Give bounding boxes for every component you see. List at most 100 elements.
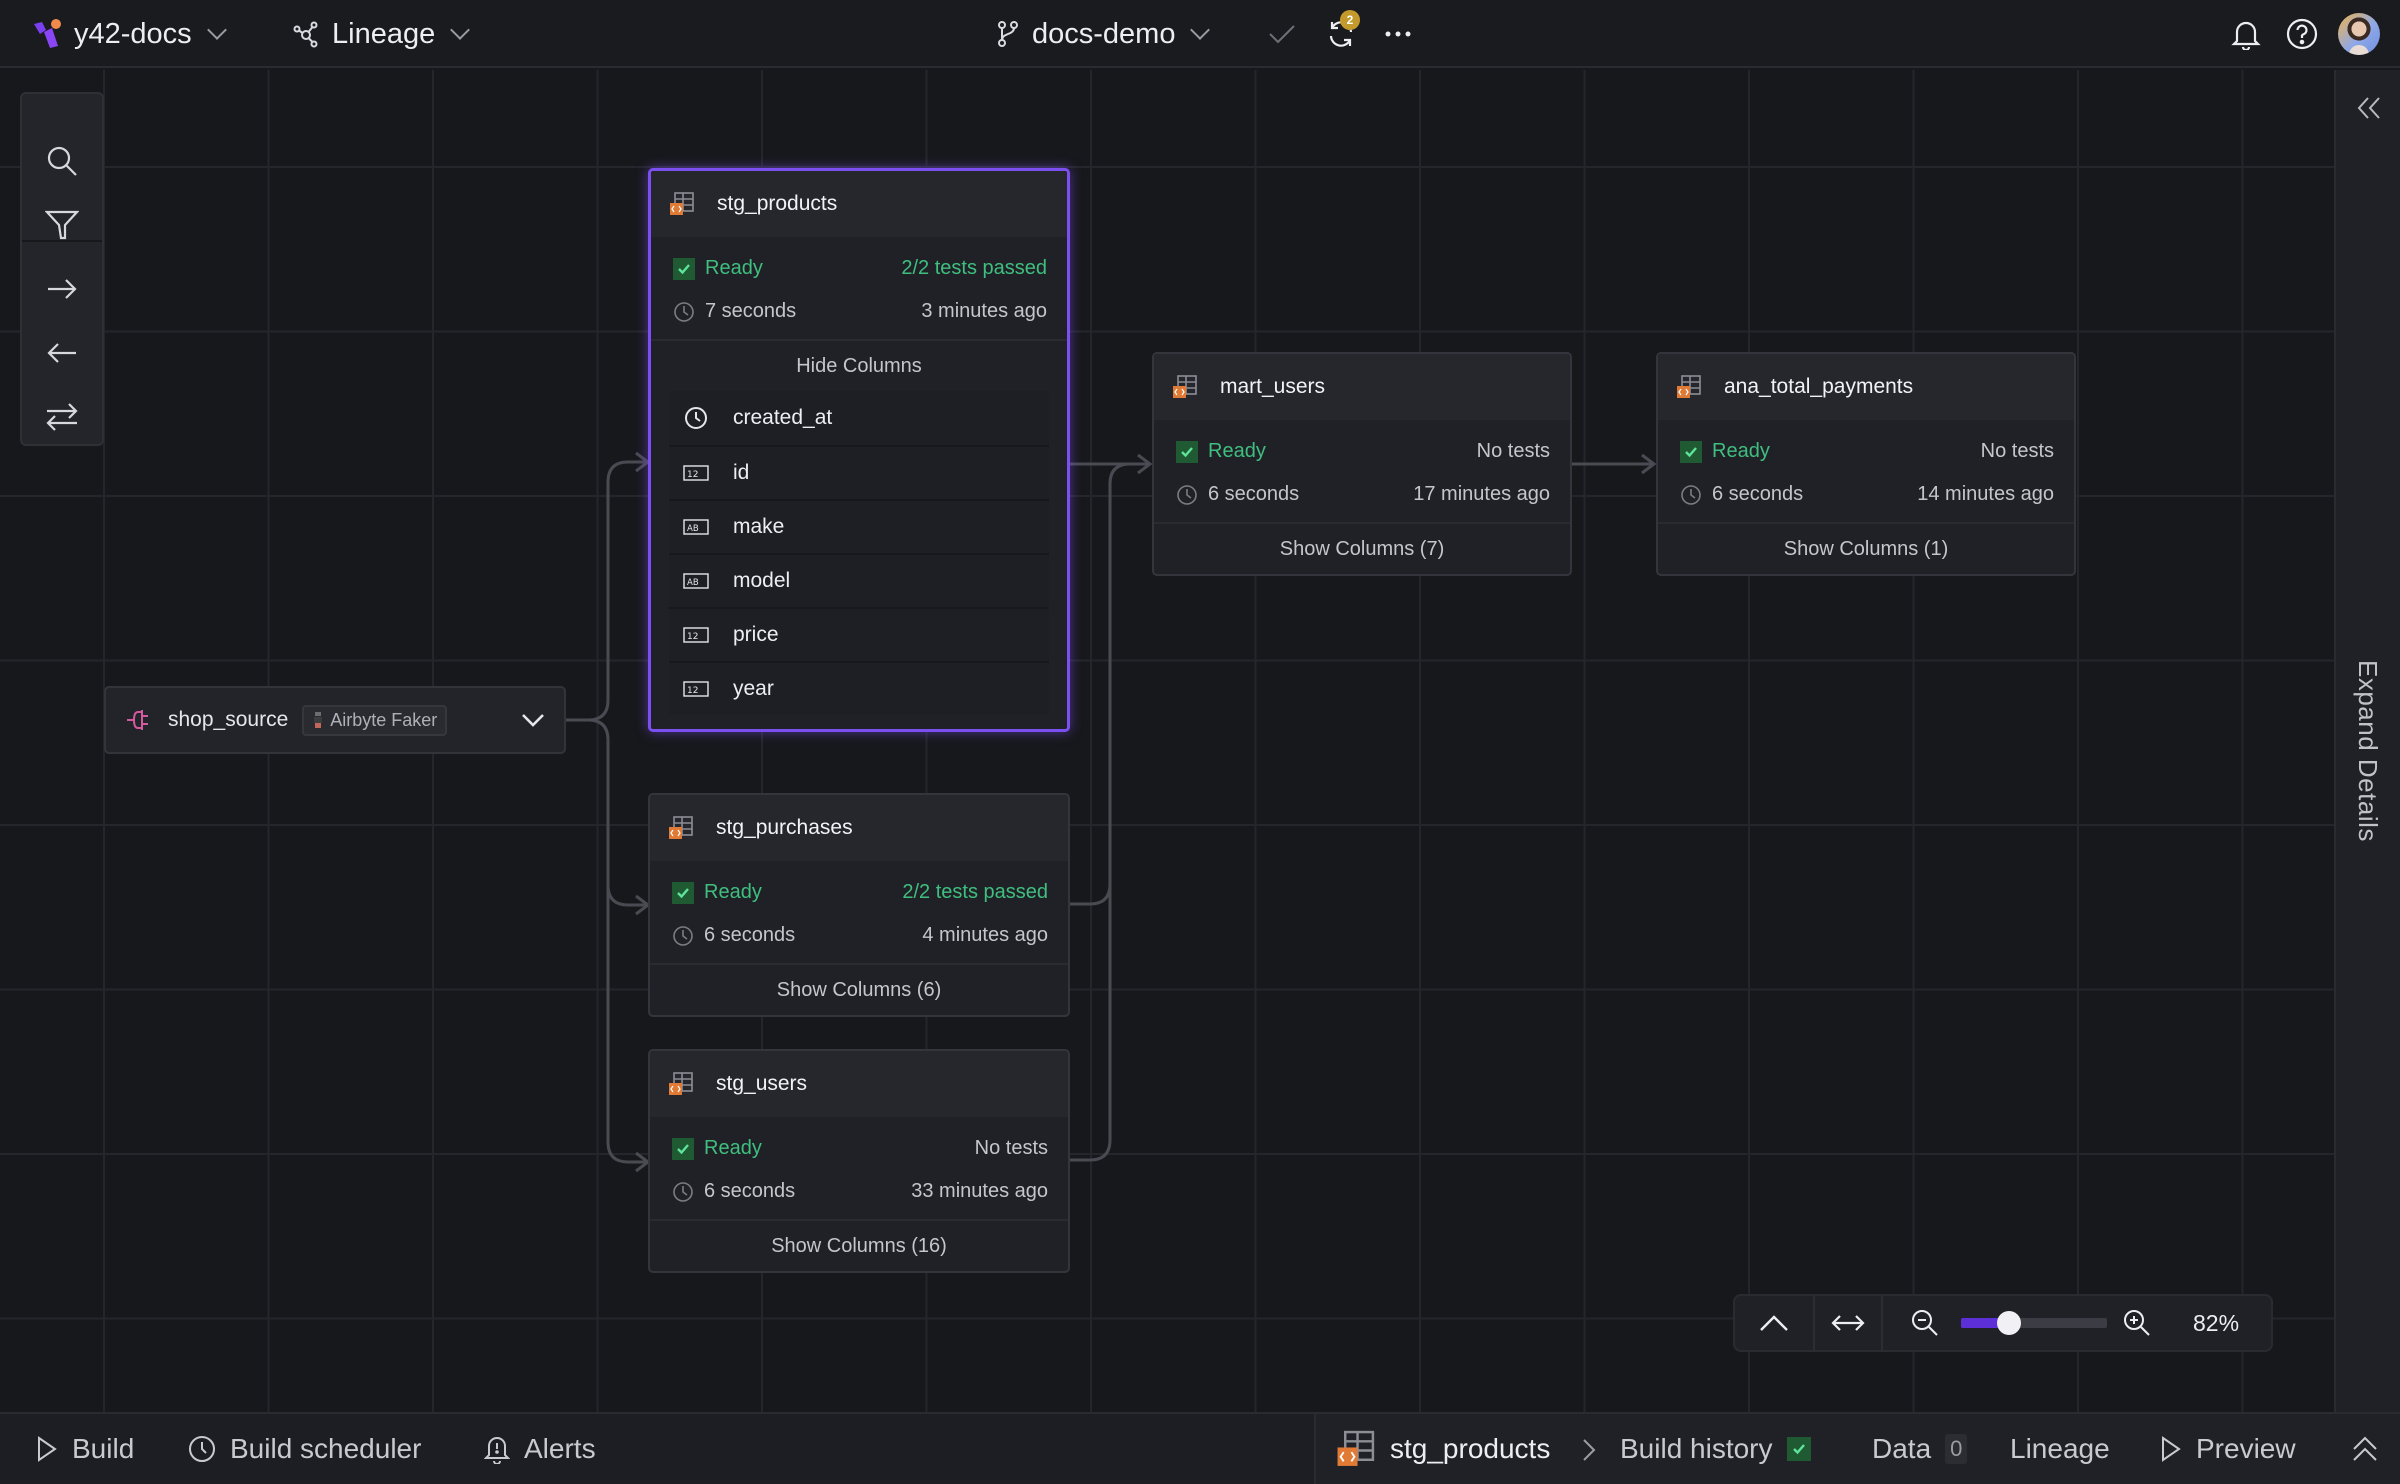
sync-button[interactable]: 2 [1318,0,1364,68]
bottom-bar: Build Build scheduler Alerts stg_product… [0,1412,2400,1484]
status-row: Ready No tests [1658,430,2074,473]
show-columns-button[interactable]: Show Columns (1) [1658,522,2074,574]
lineage-canvas[interactable]: shop_source Airbyte Faker stg_products R… [0,70,2334,1412]
zoom-out-button[interactable] [1905,1296,1945,1350]
node-header: mart_users [1154,354,1570,420]
column-row[interactable]: AB make [669,499,1049,553]
search-tool-button[interactable] [22,130,102,192]
show-columns-button[interactable]: Show Columns (7) [1154,522,1570,574]
arrow-left-icon [47,343,76,363]
column-row[interactable]: 12 price [669,607,1049,661]
column-row[interactable]: created_at [669,391,1049,445]
chevrons-left-icon [2357,97,2380,119]
build-button[interactable]: Build [36,1414,134,1484]
user-avatar-button[interactable] [2336,0,2382,68]
play-icon [2162,1436,2181,1462]
view-switcher[interactable]: Lineage [292,0,471,68]
zoom-slider-handle[interactable] [1997,1311,2022,1335]
node-name: mart_users [1220,375,1326,398]
status-text: Ready [704,1137,762,1159]
model-node-stg-users[interactable]: stg_users Ready No tests 6 seconds 33 mi… [648,1049,1070,1273]
alerts-button[interactable]: Alerts [484,1414,596,1484]
tests-text: 2/2 tests passed [901,257,1047,279]
model-node-mart-users[interactable]: mart_users Ready No tests 6 seconds 17 m… [1152,352,1572,576]
tab-build-history[interactable]: Build history [1620,1414,1811,1484]
svg-text:12: 12 [687,632,698,642]
model-node-stg-purchases[interactable]: stg_purchases Ready 2/2 tests passed 6 s… [648,793,1070,1017]
model-node-ana-total-payments[interactable]: ana_total_payments Ready No tests 6 seco… [1656,352,2076,576]
source-node-shop-source[interactable]: shop_source Airbyte Faker [104,686,566,754]
filter-tool-button[interactable] [22,194,102,256]
search-icon [47,146,77,176]
ready-check-icon [672,1137,694,1160]
svg-text:12: 12 [687,470,698,480]
data-label: Data [1872,1433,1932,1464]
commit-button[interactable] [1262,0,1302,68]
status-text: Ready [704,881,762,903]
node-header: stg_users [650,1051,1068,1117]
column-row[interactable]: 12 id [669,445,1049,499]
tests-text: No tests [1476,440,1550,462]
more-options-button[interactable] [1378,0,1418,68]
updated-text: 3 minutes ago [921,300,1047,322]
notifications-button[interactable] [2228,0,2264,68]
more-icon [1385,31,1411,37]
timing-row: 6 seconds 14 minutes ago [1658,473,2074,516]
chevron-down-icon [206,20,227,40]
divider [1881,1296,1883,1350]
tab-data[interactable]: Data 0 [1872,1414,1968,1484]
zoom-level-text: 82% [2193,1309,2240,1336]
status-text: Ready [1208,440,1266,462]
view-name: Lineage [332,17,436,50]
number-type-icon: 12 [683,465,709,481]
status-text: Ready [705,257,763,279]
collapse-up-button[interactable] [1735,1296,1813,1350]
string-type-icon: AB [683,573,709,589]
column-row[interactable]: AB model [669,553,1049,607]
column-row[interactable]: 12 year [669,661,1049,715]
clock-icon [1681,484,1701,505]
sync-count-badge: 2 [1340,10,1360,30]
tab-preview[interactable]: Preview [2160,1414,2296,1484]
show-columns-button[interactable]: Show Columns (6) [650,963,1068,1015]
upstream-button[interactable] [22,322,102,384]
hide-columns-button[interactable]: Hide Columns [651,339,1067,391]
zoom-slider[interactable] [1961,1311,2107,1335]
node-name: ana_total_payments [1724,375,1914,398]
zoom-in-button[interactable] [2117,1296,2157,1350]
downstream-button[interactable] [22,258,102,320]
expand-chevron-icon[interactable] [520,712,546,728]
avatar [2338,13,2380,55]
tab-lineage[interactable]: Lineage [2010,1414,2110,1484]
asset-breadcrumb[interactable]: stg_products [1336,1414,1550,1484]
node-header: ana_total_payments [1658,354,2074,420]
sql-model-icon [1173,375,1197,398]
alerts-label: Alerts [524,1433,596,1464]
y42-logo-icon [34,19,61,48]
expand-panel-button[interactable] [2336,84,2400,132]
model-node-stg-products[interactable]: stg_products Ready 2/2 tests passed 7 se… [648,168,1070,732]
tests-text: 2/2 tests passed [902,881,1048,903]
edge-source-to-stg-purchases [587,718,648,907]
sql-model-icon [669,1072,693,1095]
expand-panel-up-button[interactable] [2352,1414,2378,1484]
arrows-exchange-icon [46,403,78,431]
node-header: stg_purchases [650,795,1068,861]
sql-model-icon [1337,1430,1375,1466]
fit-view-button[interactable] [1815,1296,1881,1350]
workspace-switcher[interactable]: y42-docs [32,0,227,68]
timing-row: 6 seconds 4 minutes ago [650,914,1068,957]
edge-source-to-stg-users [606,885,648,1164]
build-label: Build [72,1433,135,1464]
show-columns-button[interactable]: Show Columns (16) [650,1219,1068,1271]
timing-row: 6 seconds 33 minutes ago [650,1170,1068,1213]
lineage-icon [293,21,318,48]
expand-details-toggle[interactable]: Expand Details [2352,660,2383,842]
timing-row: 7 seconds 3 minutes ago [651,290,1067,333]
help-button[interactable] [2284,0,2320,68]
build-scheduler-button[interactable]: Build scheduler [188,1414,421,1484]
branch-switcher[interactable]: docs-demo [996,0,1211,68]
status-row: Ready 2/2 tests passed [651,247,1067,290]
both-directions-button[interactable] [22,386,102,448]
ready-check-icon [673,257,695,280]
